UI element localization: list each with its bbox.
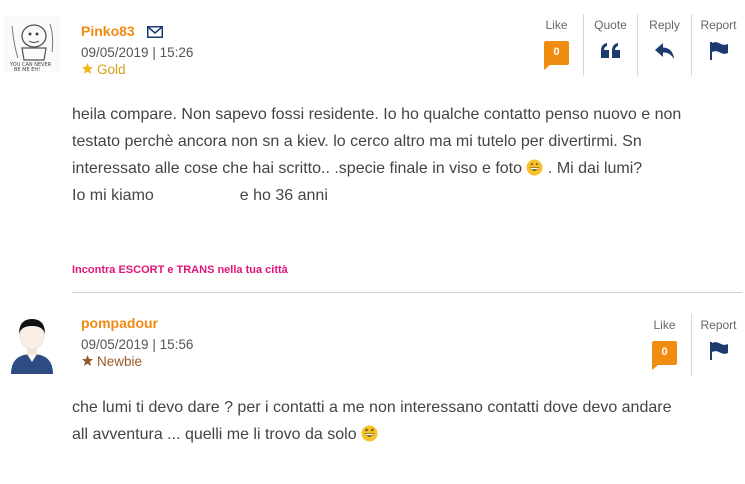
text-segment: Io mi kiamo (72, 187, 154, 204)
star-icon (81, 354, 94, 370)
text-line: Io mi kiamo e ho 36 anni (72, 182, 742, 209)
divider (72, 292, 742, 293)
like-button[interactable]: Like 0 (530, 14, 583, 76)
grinning-emoji (361, 424, 378, 442)
text-segment: . Mi dai lumi? (547, 160, 643, 177)
post-actions: Like 0 Quote Reply Report (530, 14, 745, 76)
text-segment: all avventura ... quelli me li trovo da … (72, 426, 357, 443)
like-label: Like (545, 18, 568, 32)
like-button[interactable]: Like 0 (638, 314, 691, 376)
post: YOU CAN NEVER BE ME EH! Pinko83 09/05/20… (0, 0, 745, 230)
text-line: heila compare. Non sapevo fossi resident… (72, 106, 682, 123)
grinning-emoji (526, 158, 543, 176)
author-block: pompadour 09/05/2019 | 15:56 Newbie (81, 314, 193, 370)
like-label: Like (653, 318, 676, 332)
reply-label: Reply (649, 18, 680, 32)
user-rank: Gold (81, 62, 193, 78)
svg-text:BE ME EH!: BE ME EH! (14, 67, 40, 72)
username[interactable]: Pinko83 (81, 23, 135, 39)
report-button[interactable]: Report (691, 314, 745, 376)
text-line: testato perchè ancora non sn a kiev. lo … (72, 133, 642, 150)
quote-icon (600, 41, 622, 61)
post-actions: Like 0 Report (638, 314, 745, 376)
rank-label: Newbie (97, 354, 143, 369)
text-segment: e ho 36 anni (239, 187, 328, 204)
author-block: Pinko83 09/05/2019 | 15:26 Gold (81, 22, 193, 78)
flag-icon (708, 41, 730, 61)
quote-button[interactable]: Quote (583, 14, 637, 76)
post-date: 09/05/2019 | 15:56 (81, 337, 194, 352)
report-button[interactable]: Report (691, 14, 745, 76)
text-line: che lumi ti devo dare ? per i contatti a… (72, 399, 672, 416)
quote-label: Quote (594, 18, 627, 32)
promo-link[interactable]: Incontra ESCORT e TRANS nella tua città (72, 264, 288, 276)
like-count-badge: 0 (652, 341, 677, 370)
post: pompadour 09/05/2019 | 15:56 Newbie Like… (0, 300, 745, 484)
report-label: Report (700, 18, 737, 32)
envelope-icon[interactable] (147, 25, 164, 38)
rank-label: Gold (97, 62, 126, 77)
post-body: heila compare. Non sapevo fossi resident… (72, 101, 742, 209)
flag-icon (708, 341, 730, 361)
username[interactable]: pompadour (81, 315, 158, 331)
avatar[interactable]: YOU CAN NEVER BE ME EH! (4, 16, 60, 73)
text-line: interessato alle cose che hai scritto.. … (72, 155, 742, 182)
like-count-badge: 0 (544, 41, 569, 70)
star-icon (81, 62, 94, 78)
post-date: 09/05/2019 | 15:26 (81, 45, 194, 60)
text-line: all avventura ... quelli me li trovo da … (72, 421, 742, 448)
post-body: che lumi ti devo dare ? per i contatti a… (72, 394, 742, 448)
avatar[interactable] (8, 314, 56, 374)
user-rank: Newbie (81, 354, 193, 370)
reply-icon (654, 41, 676, 61)
text-segment: interessato alle cose che hai scritto.. … (72, 160, 523, 177)
reply-button[interactable]: Reply (637, 14, 691, 76)
report-label: Report (700, 318, 737, 332)
